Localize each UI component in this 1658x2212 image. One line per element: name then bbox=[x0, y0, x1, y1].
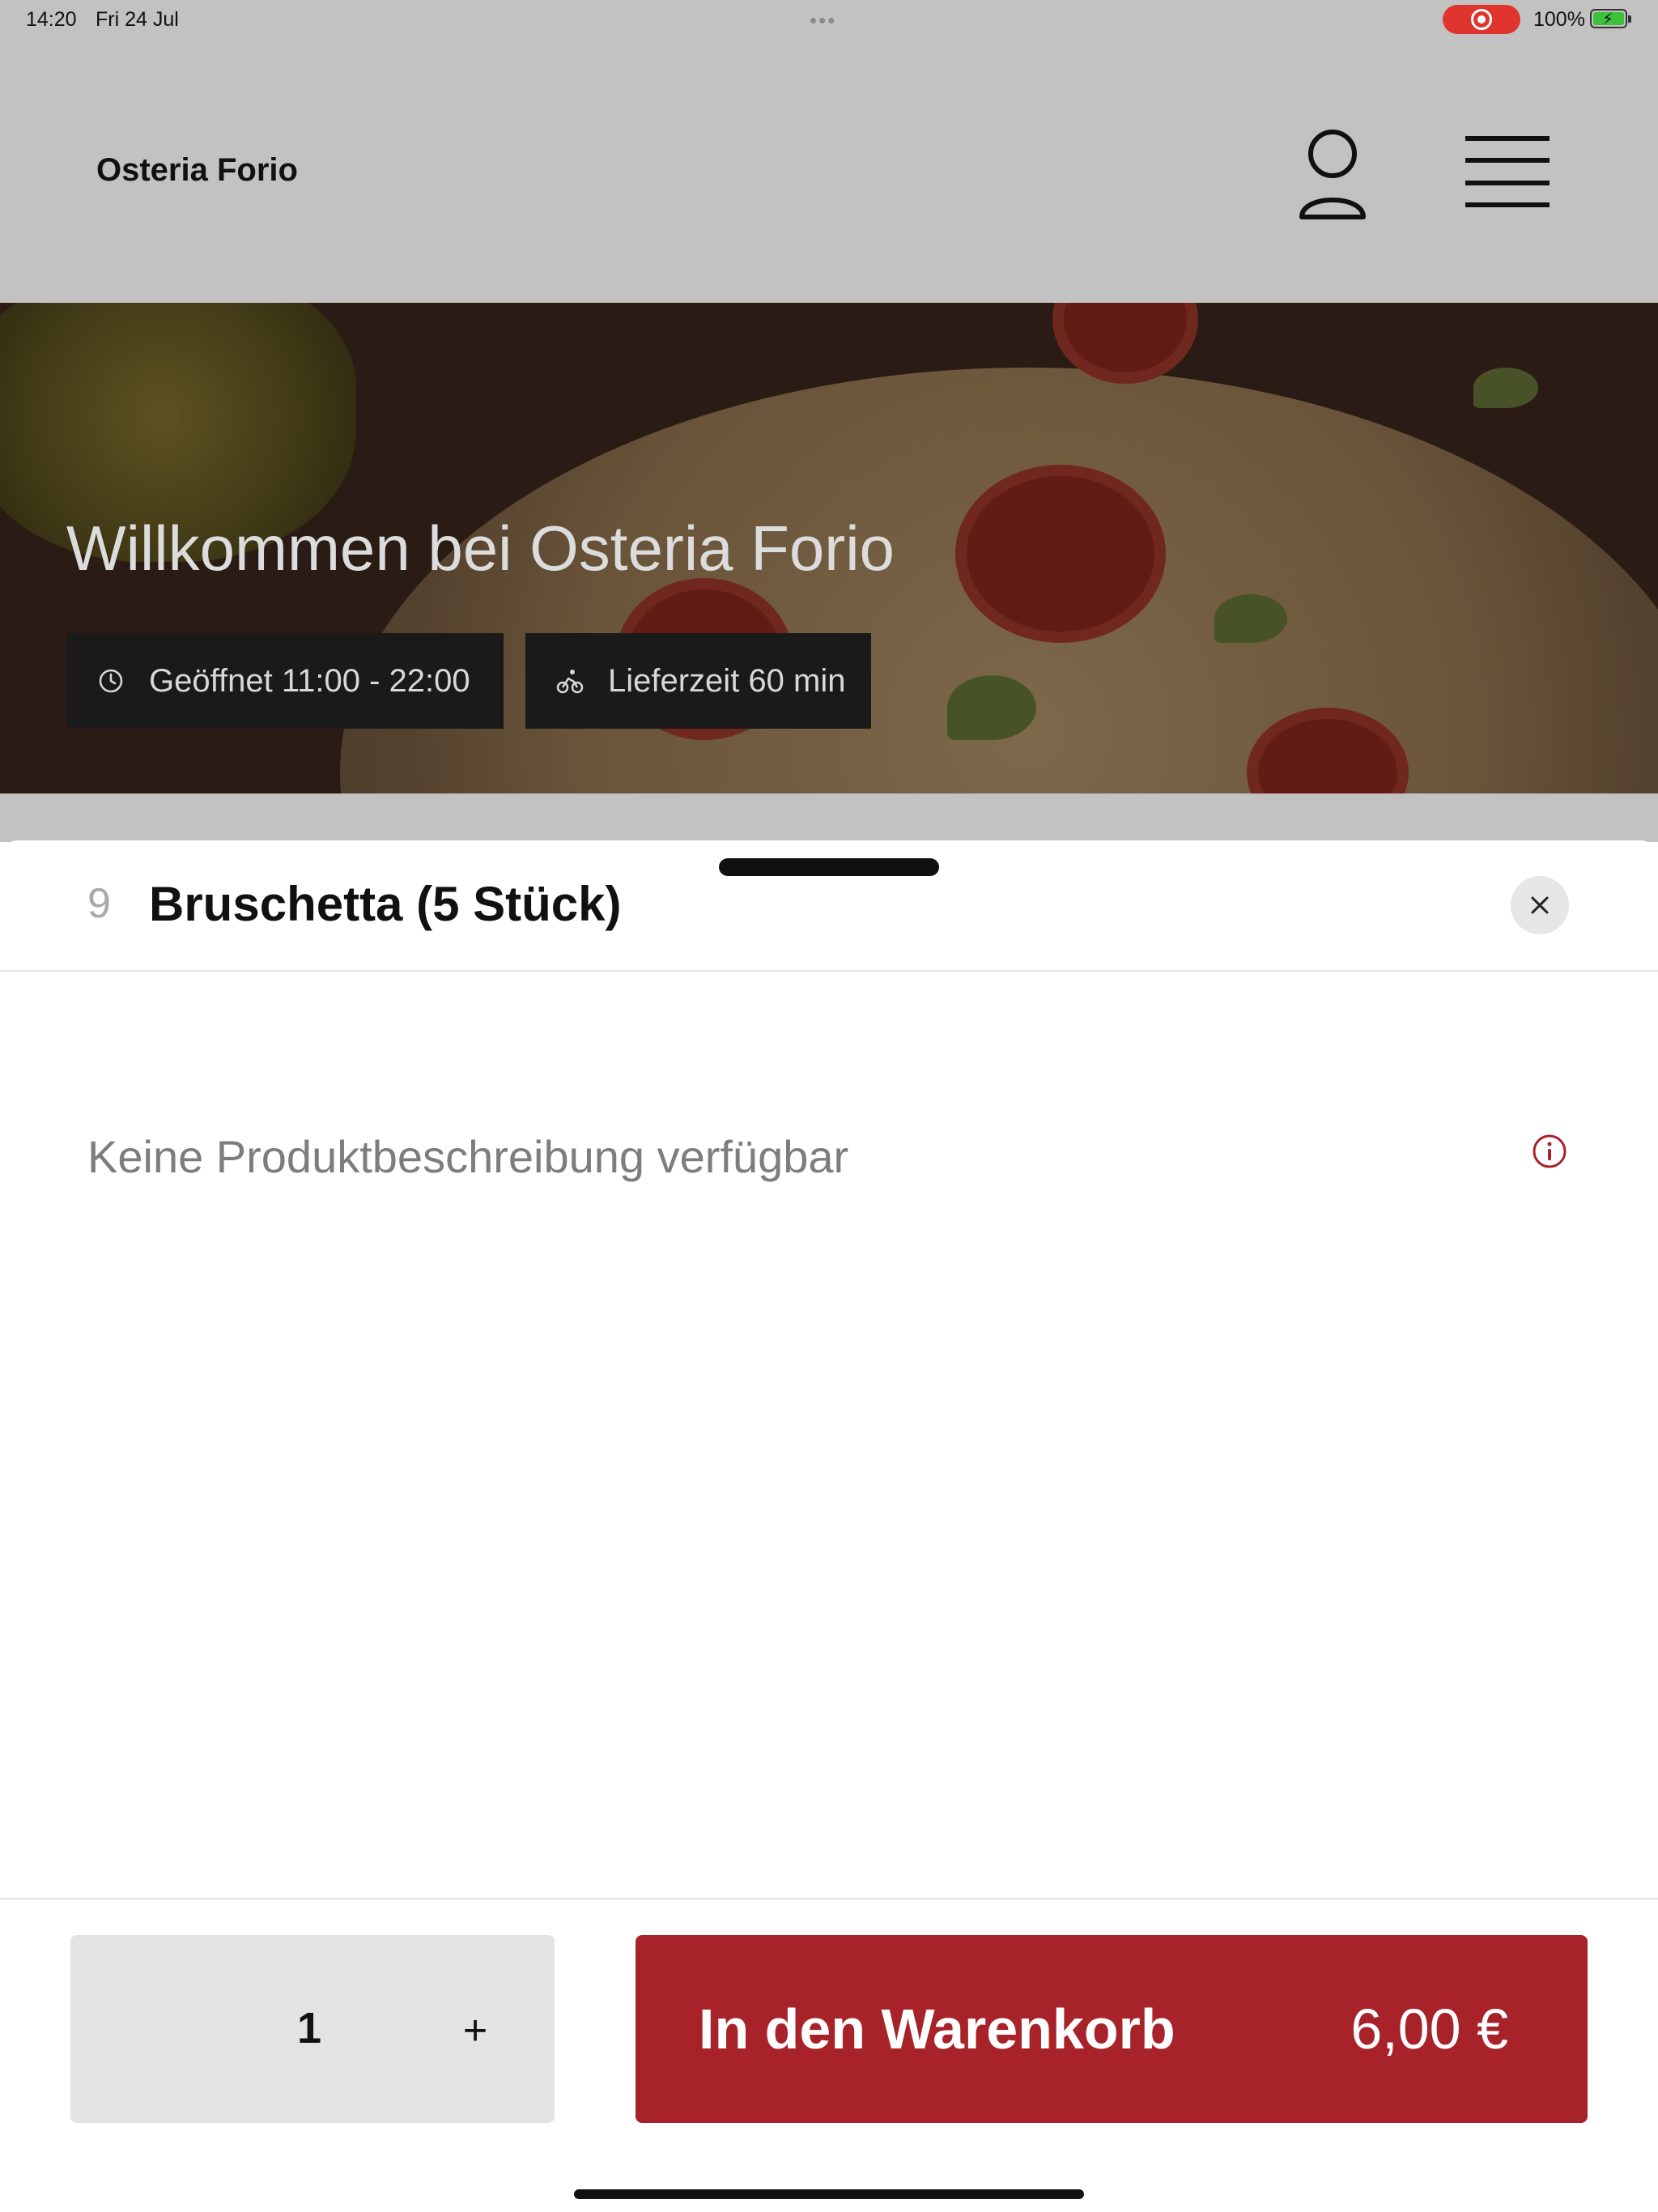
quantity-value: 1 bbox=[297, 2004, 322, 2052]
close-button[interactable] bbox=[1511, 876, 1569, 934]
battery-icon: ⚡ bbox=[1590, 9, 1631, 28]
hero-banner: Willkommen bei Osteria Forio Geöffnet 11… bbox=[0, 303, 1658, 793]
bicycle-icon bbox=[556, 670, 584, 694]
site-header: Osteria Forio bbox=[0, 39, 1658, 303]
quantity-stepper: 1 + bbox=[70, 1935, 555, 2123]
close-icon bbox=[1531, 896, 1549, 914]
clock-icon bbox=[99, 669, 123, 693]
product-description: Keine Produktbeschreibung verfügbar bbox=[87, 1131, 849, 1182]
product-detail-sheet: 9 Bruschetta (5 Stück) Keine Produktbesc… bbox=[0, 840, 1658, 2212]
footer-divider bbox=[0, 1898, 1658, 1899]
screen-recording-indicator[interactable] bbox=[1443, 5, 1520, 34]
multitasking-dots[interactable]: ••• bbox=[810, 8, 836, 33]
opening-hours-chip: Geöffnet 11:00 - 22:00 bbox=[66, 633, 504, 729]
hero-title: Willkommen bei Osteria Forio bbox=[66, 513, 895, 584]
info-icon[interactable] bbox=[1532, 1134, 1567, 1169]
user-icon[interactable] bbox=[1294, 126, 1371, 223]
product-title: Bruschetta (5 Stück) bbox=[149, 877, 622, 931]
add-to-cart-button[interactable]: In den Warenkorb 6,00 € bbox=[636, 1935, 1588, 2123]
page-backdrop: 14:20 Fri 24 Jul ••• 100% ⚡ Osteria Fori… bbox=[0, 0, 1658, 842]
hamburger-menu-icon[interactable] bbox=[1465, 134, 1550, 209]
product-number: 9 bbox=[87, 880, 111, 927]
opening-hours-label: Geöffnet 11:00 - 22:00 bbox=[149, 662, 470, 699]
status-date: Fri 24 Jul bbox=[96, 8, 179, 31]
increase-quantity-button[interactable]: + bbox=[443, 1998, 508, 2063]
product-price: 6,00 € bbox=[1350, 1997, 1508, 2061]
status-time: 14:20 bbox=[26, 8, 77, 31]
brand-name[interactable]: Osteria Forio bbox=[96, 152, 298, 189]
add-to-cart-label: In den Warenkorb bbox=[699, 1997, 1175, 2061]
delivery-time-label: Lieferzeit 60 min bbox=[608, 662, 846, 699]
status-bar: 14:20 Fri 24 Jul ••• 100% ⚡ bbox=[0, 0, 1658, 39]
header-divider bbox=[0, 970, 1658, 972]
sheet-grabber[interactable] bbox=[719, 858, 939, 876]
home-indicator[interactable] bbox=[574, 2189, 1084, 2199]
delivery-time-chip: Lieferzeit 60 min bbox=[525, 633, 871, 729]
battery-percent: 100% bbox=[1533, 8, 1585, 31]
